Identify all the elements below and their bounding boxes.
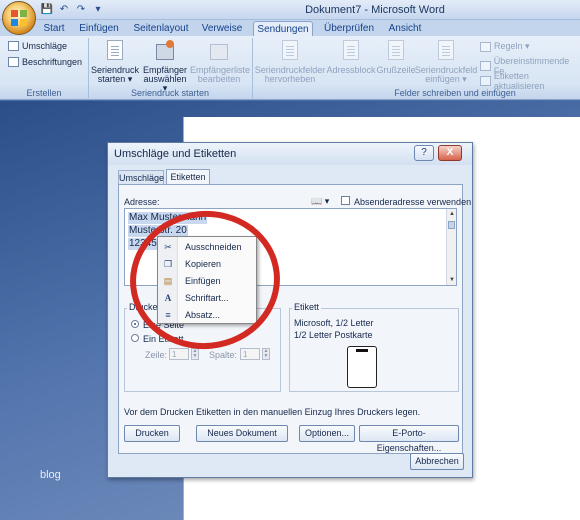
zeile-spinner[interactable]: 1	[169, 348, 189, 360]
umschlaege-button[interactable]: Umschläge	[8, 41, 67, 51]
recipients-icon	[154, 40, 176, 64]
highlight-fields-icon	[279, 40, 301, 64]
grusszeile-button[interactable]: Grußzeile	[376, 40, 416, 75]
adresse-label: Adresse:	[124, 197, 160, 207]
beschriftungen-button[interactable]: Beschriftungen	[8, 57, 82, 67]
greeting-line-icon	[385, 40, 407, 64]
tab-verweise[interactable]: Verweise	[198, 21, 246, 36]
empfaengerliste-bearbeiten-button[interactable]: Empfängerliste bearbeiten	[190, 40, 250, 84]
envelope-icon	[8, 41, 19, 51]
address-block-icon	[340, 40, 362, 64]
tab-umschlaege[interactable]: Umschläge	[118, 170, 164, 185]
scroll-thumb[interactable]	[448, 221, 455, 229]
ribbon: Umschläge Beschriftungen Erstellen Serie…	[0, 36, 580, 100]
group-separator	[252, 38, 253, 98]
seriendruckfelder-hervorheben-button[interactable]: Seriendruckfelder hervorheben	[254, 40, 326, 84]
insert-field-icon	[435, 40, 457, 64]
ein-etikett-radio[interactable]	[131, 334, 139, 342]
absender-checkbox[interactable]	[341, 196, 350, 205]
tab-etiketten[interactable]: Etiketten	[166, 169, 210, 185]
eporto-button[interactable]: E-Porto-Eigenschaften...	[359, 425, 459, 453]
etikett-name: Microsoft, 1/2 Letter	[294, 318, 374, 328]
spalte-spinner[interactable]: 1	[240, 348, 260, 360]
umschlaege-label: Umschläge	[22, 41, 68, 51]
tab-start[interactable]: Start	[38, 21, 70, 36]
abbrechen-button[interactable]: Abbrechen	[410, 453, 464, 470]
dialog-title: Umschläge und Etiketten	[114, 148, 237, 160]
spalte-spin-arrows[interactable]: ▲ ▼	[262, 348, 270, 360]
etikett-group-label: Etikett	[292, 302, 322, 312]
feld-einfuegen-label2: einfügen ▾	[425, 74, 467, 84]
labels-icon	[8, 57, 19, 67]
hint-text: Vor dem Drucken Etiketten in den manuell…	[124, 407, 421, 417]
grusszeile-label: Grußzeile	[376, 65, 416, 75]
seriendruckfeld-einfuegen-button[interactable]: Seriendruckfeld einfügen ▾	[414, 40, 478, 84]
tab-sendungen[interactable]: Sendungen	[253, 21, 313, 36]
tab-seitenlayout[interactable]: Seitenlayout	[130, 21, 192, 36]
tab-ueberpruefen[interactable]: Überprüfen	[320, 21, 378, 36]
seriendruck-starten-label2: starten ▾	[97, 74, 133, 84]
mail-merge-document-icon	[104, 40, 126, 64]
beschriftungen-label: Beschriftungen	[22, 57, 83, 67]
regeln-label: Regeln ▾	[494, 41, 530, 51]
ribbon-tabs: Start Einfügen Seitenlayout Verweise Sen…	[0, 20, 580, 36]
label-preview-icon	[347, 346, 377, 388]
adressblock-button[interactable]: Adressblock	[326, 40, 376, 75]
neues-dokument-button[interactable]: Neues Dokument	[196, 425, 288, 442]
tab-einfuegen[interactable]: Einfügen	[76, 21, 122, 36]
office-button[interactable]	[2, 1, 36, 35]
group-label-seriendruck-starten: Seriendruck starten	[130, 88, 210, 98]
rules-icon	[480, 41, 491, 52]
group-separator	[88, 38, 89, 98]
empfaenger-auswaehlen-button[interactable]: Empfänger auswählen ▾	[140, 40, 190, 93]
group-label-erstellen: Erstellen	[26, 88, 62, 98]
absender-label: Absenderadresse verwenden	[354, 197, 472, 207]
address-scrollbar[interactable]: ▲ ▼	[446, 209, 456, 285]
scroll-up-icon[interactable]: ▲	[448, 210, 456, 218]
zeile-label: Zeile:	[145, 350, 168, 360]
edit-list-icon	[208, 40, 230, 64]
address-book-icon[interactable]: 📖 ▾	[311, 196, 329, 207]
hervorheben-label2: hervorheben	[264, 74, 316, 84]
close-button[interactable]: X	[438, 145, 462, 161]
watermark-text: blog	[40, 469, 61, 481]
office-logo-icon	[11, 10, 28, 27]
spalte-label: Spalte:	[209, 350, 238, 360]
update-labels-icon	[480, 76, 491, 86]
help-button[interactable]: ?	[414, 145, 434, 161]
empfaengerliste-label2: bearbeiten	[197, 74, 241, 84]
eine-seite-radio[interactable]	[131, 320, 139, 328]
seriendruck-starten-button[interactable]: Seriendruck starten ▾	[90, 40, 140, 84]
zeile-spin-arrows[interactable]: ▲ ▼	[191, 348, 199, 360]
scroll-down-icon[interactable]: ▼	[448, 276, 456, 284]
group-label-felder: Felder schreiben und einfügen	[394, 88, 516, 98]
title-bar: 💾 ↶ ↷ ▾ Dokument7 - Microsoft Word	[0, 0, 580, 20]
drucken-button[interactable]: Drucken	[124, 425, 180, 442]
regeln-button[interactable]: Regeln ▾	[480, 41, 530, 52]
optionen-button[interactable]: Optionen...	[299, 425, 355, 442]
dialog-title-bar[interactable]: Umschläge und Etiketten ? X	[108, 143, 472, 165]
tab-ansicht[interactable]: Ansicht	[384, 21, 426, 36]
etikett-type: 1/2 Letter Postkarte	[294, 330, 373, 340]
adressblock-label: Adressblock	[326, 65, 376, 75]
match-fields-icon	[480, 61, 491, 71]
window-title: Dokument7 - Microsoft Word	[305, 4, 445, 16]
